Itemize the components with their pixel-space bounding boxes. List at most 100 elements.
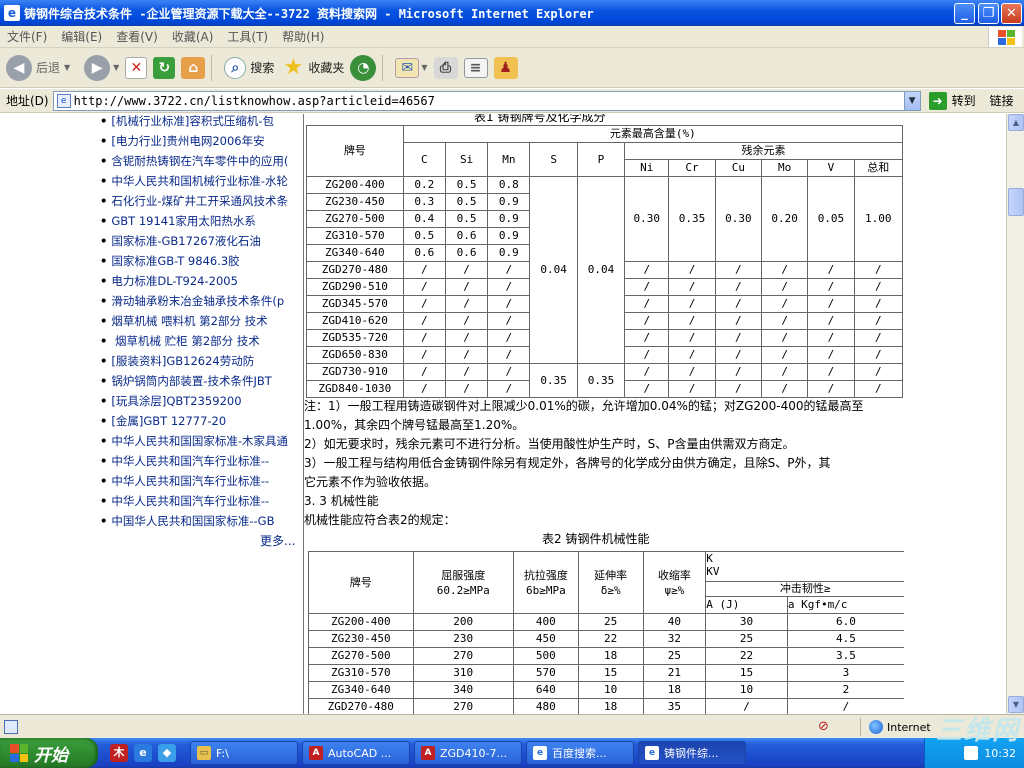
sidebar-item[interactable]: • 石化行业-煤矿井工开采通风技术条 [96, 191, 304, 211]
go-button[interactable]: ➜ 转到 [928, 91, 976, 110]
table-cell: / [444, 295, 489, 313]
sidebar-item[interactable]: • [服装资料]GB12624劳动防 [96, 351, 304, 371]
refresh-button[interactable]: ↻ [153, 56, 176, 79]
menu-favorites[interactable]: 收藏(A) [165, 28, 221, 45]
table-cell: 640 [512, 681, 579, 699]
sidebar-item-label[interactable]: [服装资料]GB12624劳动防 [111, 354, 254, 368]
mechanical-properties-table: 牌号 屈服强度 60.2≥MPa 抗拉强度 6b≥MPa 延伸率 δ≥% 收缩率 ψ≥% K KV 冲… [308, 551, 904, 714]
sidebar-item[interactable]: • 电力标准DL-T924-2005 [96, 271, 304, 291]
sidebar-item[interactable]: • 中华人民共和国汽车行业标准-- [96, 471, 304, 491]
sidebar-item-label[interactable]: [机械行业标准]容积式压缩机-包 [111, 114, 274, 128]
start-button[interactable]: 开始 [0, 738, 98, 768]
sidebar-item-label[interactable]: 中华人民共和国汽车行业标准-- [111, 494, 269, 508]
address-dropdown-button[interactable]: ▼ [903, 91, 920, 110]
menu-edit[interactable]: 编辑(E) [54, 28, 109, 45]
address-url[interactable]: http://www.3722.cn/listknowhow.asp?artic… [74, 94, 435, 108]
sidebar-item-label[interactable]: 中华人民共和国机械行业标准-水轮 [111, 174, 288, 188]
note-line: 注：1）一般工程用铸造碳钢件对上限减少0.01%的碳，允许增加0.04%的锰；对… [304, 399, 864, 413]
sidebar-item-label[interactable]: GBT 19141家用太阳热水系 [111, 214, 256, 228]
menu-file[interactable]: 文件(F) [0, 28, 54, 45]
home-button[interactable]: ⌂ [181, 56, 206, 79]
forward-button[interactable]: ▶ ▼ [76, 54, 119, 81]
edit-button[interactable]: ≡ [463, 57, 488, 78]
sidebar-item-label[interactable]: 烟草机械 贮柜 第2部分 技术 [111, 334, 260, 348]
sidebar-item[interactable]: • 国家标准GB-T 9846.3胶 [96, 251, 304, 271]
more-link[interactable]: 更多... [260, 532, 295, 549]
menu-tools[interactable]: 工具(T) [220, 28, 275, 45]
sidebar-item[interactable]: • 滑动轴承粉末冶金轴承技术条件(p [96, 291, 304, 311]
sidebar-item[interactable]: • 含铌耐热铸钢在汽车零件中的应用( [96, 151, 304, 171]
history-button[interactable]: ◔ [350, 54, 377, 81]
sidebar-item-label[interactable]: 含铌耐热铸钢在汽车零件中的应用( [111, 154, 288, 168]
sidebar-item-label[interactable]: 石化行业-煤矿井工开采通风技术条 [111, 194, 288, 208]
sidebar-item[interactable]: • [机械行业标准]容积式压缩机-包 [96, 114, 304, 131]
maximize-button[interactable]: ❐ [978, 3, 999, 24]
mail-button[interactable]: ✉ ▼ [395, 57, 428, 78]
sidebar-item[interactable]: • 中华人民共和国机械行业标准-水轮 [96, 171, 304, 191]
stop-button[interactable]: ✕ [125, 56, 148, 79]
task-explorer[interactable]: ▭ F:\ [190, 741, 298, 765]
quicklaunch-desktop-icon[interactable]: ◆ [158, 744, 176, 762]
tray-icon[interactable] [964, 746, 979, 760]
vertical-scrollbar[interactable]: ▲ ▼ [1006, 114, 1024, 714]
sidebar-item[interactable]: • 中华人民共和国汽车行业标准-- [96, 451, 304, 471]
table-cell: 6.0 [786, 613, 904, 631]
messenger-button[interactable]: ♟ [493, 56, 518, 79]
quicklaunch-app-icon[interactable]: 木 [110, 744, 128, 762]
back-button[interactable]: ◀ 后退 ▼ [6, 54, 70, 81]
table-cell: 0.04 [576, 176, 626, 364]
sidebar-item[interactable]: • 国家标准-GB17267液化石油 [96, 231, 304, 251]
sidebar-item-label[interactable]: 锅炉锅筒内部装置-技术条件JBT [111, 374, 271, 388]
address-input[interactable]: e http://www.3722.cn/listknowhow.asp?art… [52, 90, 921, 111]
menu-view[interactable]: 查看(V) [109, 28, 165, 45]
quicklaunch-ie-icon[interactable]: e [134, 744, 152, 762]
sidebar-item[interactable]: • [电力行业]贵州电网2006年安 [96, 131, 304, 151]
sidebar-item[interactable]: • [金属]GBT 12777-20 [96, 411, 304, 431]
sidebar-item[interactable]: • 中华人民共和国国家标准-木家具通 [96, 431, 304, 451]
task-autocad[interactable]: A AutoCAD ... [302, 741, 410, 765]
search-button[interactable]: ⌕ 搜索 [224, 56, 274, 79]
scroll-thumb[interactable] [1008, 188, 1024, 216]
sidebar-item-label[interactable]: 中华人民共和国汽车行业标准-- [111, 454, 269, 468]
sidebar-item[interactable]: • GBT 19141家用太阳热水系 [96, 211, 304, 231]
sidebar-item-label[interactable]: [玩具涂层]QBT2359200 [111, 394, 241, 408]
table-cell: / [786, 698, 904, 714]
table-cell: / [853, 346, 904, 364]
header-line: 60.2≥MPa [436, 583, 490, 597]
table-cell: 25 [705, 630, 788, 648]
sidebar-item[interactable]: • [玩具涂层]QBT2359200 [96, 391, 304, 411]
sidebar-item-label[interactable]: 国家标准-GB17267液化石油 [111, 234, 261, 248]
bullet-icon: • [100, 414, 108, 428]
sidebar-item-label[interactable]: 滑动轴承粉末冶金轴承技术条件(p [111, 294, 284, 308]
sidebar-item[interactable]: • 中华人民共和国汽车行业标准-- [96, 491, 304, 511]
task-zgd[interactable]: A ZGD410-7... [414, 741, 522, 765]
column-header: C [402, 142, 446, 177]
table-cell: / [853, 312, 904, 330]
sidebar-item-label[interactable]: 烟草机械 喂料机 第2部分 技术 [111, 314, 267, 328]
table-cell: 450 [512, 630, 579, 648]
sidebar-item[interactable]: • 中国华人民共和国国家标准--GB [96, 511, 304, 531]
table-row: ZG200-400 200 400 25 40 30 6.0 [308, 613, 904, 631]
favorites-button[interactable]: ★ 收藏夹 [280, 55, 344, 81]
column-header: 延伸率 δ≥% [577, 551, 644, 614]
sidebar-item-label[interactable]: 中华人民共和国汽车行业标准-- [111, 474, 269, 488]
sidebar-item-label[interactable]: 国家标准GB-T 9846.3胶 [111, 254, 239, 268]
sidebar-item[interactable]: • 锅炉锅筒内部装置-技术条件JBT [96, 371, 304, 391]
scroll-up-button[interactable]: ▲ [1008, 114, 1024, 131]
close-button[interactable]: ✕ [1001, 3, 1022, 24]
menu-help[interactable]: 帮助(H) [275, 28, 331, 45]
task-cast-steel[interactable]: e 铸钢件综... [638, 741, 746, 765]
page-viewport: • [机械行业标准]容积式压缩机-包 • [电力行业]贵州电网2006年安 • 含铌耐热铸… [0, 114, 1006, 714]
sidebar-item-label[interactable]: 电力标准DL-T924-2005 [111, 274, 238, 288]
sidebar-item-label[interactable]: 中国华人民共和国国家标准--GB [111, 514, 274, 528]
sidebar-item[interactable]: • 烟草机械 喂料机 第2部分 技术 [96, 311, 304, 331]
sidebar-item-label[interactable]: 中华人民共和国国家标准-木家具通 [111, 434, 288, 448]
minimize-button[interactable]: _ [954, 3, 975, 24]
sidebar-item-label[interactable]: [电力行业]贵州电网2006年安 [111, 134, 264, 148]
links-button[interactable]: 链接 [990, 92, 1014, 109]
grade-cell: ZG340-640 [308, 681, 414, 699]
print-button[interactable]: ⎙ [433, 56, 458, 79]
task-baidu[interactable]: e 百度搜索... [526, 741, 634, 765]
sidebar-item[interactable]: • 烟草机械 贮柜 第2部分 技术 [96, 331, 304, 351]
sidebar-item-label[interactable]: [金属]GBT 12777-20 [111, 414, 226, 428]
